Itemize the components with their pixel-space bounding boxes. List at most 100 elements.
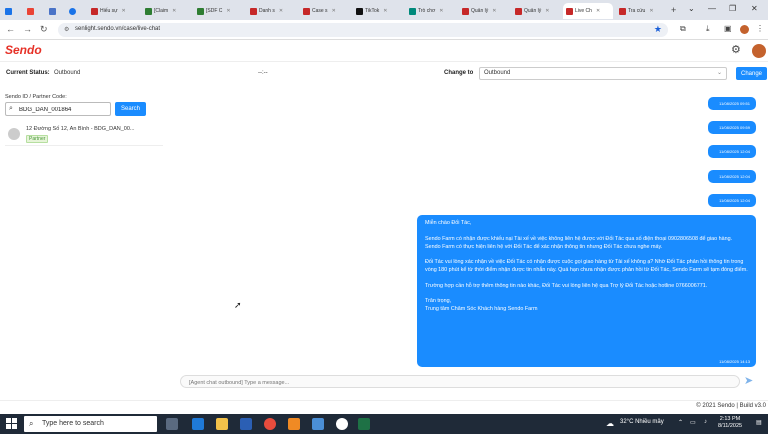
restore-icon[interactable]: ❐	[729, 4, 736, 13]
close-tab-icon[interactable]: ✕	[492, 8, 496, 14]
back-icon[interactable]: ←	[6, 24, 15, 34]
close-tab-icon[interactable]: ✕	[649, 8, 653, 14]
message-paragraph: Đối Tác vui lòng xác nhận về việc Đối Tá…	[425, 259, 748, 274]
chat-bubble: 11/08/2025 12:04	[708, 145, 756, 158]
sendo-id-label: Sendo ID / Partner Code:	[5, 94, 67, 100]
footer: © 2021 Sendo | Build v3.0	[0, 400, 768, 413]
message-composer[interactable]	[180, 375, 740, 388]
reload-icon[interactable]: ↻	[40, 24, 48, 35]
tab-icon	[49, 7, 56, 15]
weather-text: 32°C Nhiều mây	[620, 419, 664, 425]
minimize-icon[interactable]: —	[708, 4, 716, 13]
store-icon[interactable]	[240, 418, 252, 430]
tab-0[interactable]	[2, 3, 14, 19]
notification-icon[interactable]: ▤	[756, 419, 762, 426]
sidepanel-icon[interactable]: ▣	[724, 24, 732, 33]
tab-label: Case s	[312, 8, 328, 14]
url-text: senlight.sendo.vn/case/live-chat	[75, 26, 161, 32]
app-icon[interactable]	[336, 418, 348, 430]
close-window-icon[interactable]: ✕	[751, 4, 758, 13]
current-status-label: Current Status:	[6, 70, 50, 76]
tab-8[interactable]: Case s ✕	[300, 3, 348, 19]
tab-label: TikTok	[365, 8, 380, 14]
tab-icon	[515, 7, 522, 15]
tab-icon	[462, 7, 469, 15]
message-paragraph: Miễn chào Đối Tác,	[425, 220, 472, 226]
tab-14[interactable]: Tra cứu ✕	[616, 3, 666, 19]
send-icon[interactable]: ➤	[744, 374, 753, 387]
edge-icon[interactable]	[192, 418, 204, 430]
app-icon[interactable]	[288, 418, 300, 430]
tab-icon	[145, 7, 152, 15]
clock[interactable]: 2:13 PM 8/11/2025	[718, 416, 742, 430]
message-time: 11/08/2025 12:04	[719, 174, 750, 179]
gear-icon[interactable]: ⚙	[731, 43, 741, 56]
task-view-icon[interactable]	[166, 418, 178, 430]
tab-search-icon[interactable]: ⌄	[688, 4, 695, 13]
tab-1[interactable]	[24, 3, 36, 19]
message-paragraph: Trường hợp cần hỗ trợ thêm thông tin nào…	[425, 282, 708, 289]
close-tab-icon[interactable]: ✕	[545, 8, 549, 14]
close-tab-icon[interactable]: ✕	[332, 8, 336, 14]
list-item[interactable]: 12 Đường Số 12, An Bình - BDG_DAN_00... …	[5, 124, 163, 146]
extensions-icon[interactable]: ⧉	[680, 24, 686, 34]
change-button[interactable]: Change	[736, 67, 767, 80]
tab-12[interactable]: Quản lý ✕	[512, 3, 560, 19]
tab-2[interactable]	[46, 3, 58, 19]
tab-4[interactable]: Hiếu sự ✕	[88, 3, 138, 19]
current-status-value: Outbound	[54, 70, 81, 76]
close-tab-icon[interactable]: ✕	[596, 8, 600, 14]
search-button[interactable]: Search	[115, 102, 146, 116]
volume-icon[interactable]: ♪	[704, 419, 707, 425]
excel-icon[interactable]	[358, 418, 370, 430]
tab-icon	[303, 7, 310, 15]
close-tab-icon[interactable]: ✕	[226, 8, 230, 14]
tab-13[interactable]: Live Ch ✕	[563, 3, 613, 19]
tray-arrow-icon[interactable]: ⌃	[678, 419, 683, 426]
tab-6[interactable]: [SDF C ✕	[194, 3, 240, 19]
timer: --:--	[258, 70, 268, 76]
tab-9[interactable]: TikTok ✕	[353, 3, 401, 19]
new-tab-icon[interactable]: +	[671, 5, 676, 15]
download-icon[interactable]: ⤓	[706, 24, 710, 34]
network-icon[interactable]: ▭	[690, 419, 696, 426]
sendo-logo[interactable]: Sendo	[5, 43, 42, 57]
tab-3[interactable]	[66, 3, 78, 19]
url-bar[interactable]: ⚙ senlight.sendo.vn/case/live-chat ★	[58, 23, 668, 37]
tab-11[interactable]: Quản lý ✕	[459, 3, 507, 19]
windows-start-icon[interactable]	[6, 418, 17, 429]
tab-7[interactable]: Danh s ✕	[247, 3, 295, 19]
close-tab-icon[interactable]: ✕	[279, 8, 283, 14]
profile-avatar[interactable]	[740, 25, 749, 34]
avatar[interactable]	[752, 44, 766, 58]
tab-5[interactable]: [Claim ✕	[142, 3, 186, 19]
message-time: 11/08/2025 12:04	[719, 149, 750, 154]
tab-10[interactable]: Trò chơ ✕	[406, 3, 454, 19]
footer-text: © 2021 Sendo | Build v3.0	[696, 403, 766, 409]
file-explorer-icon[interactable]	[216, 418, 228, 430]
change-to-select[interactable]: Outbound ⌄	[479, 67, 727, 80]
case-address: 12 Đường Số 12, An Bình - BDG_DAN_00...	[26, 126, 135, 132]
message-input[interactable]	[189, 378, 729, 387]
close-tab-icon[interactable]: ✕	[383, 8, 387, 14]
tab-label: Quản lý	[524, 8, 542, 14]
search-field[interactable]: ⌕	[5, 102, 111, 116]
tab-label: Tra cứu	[628, 8, 646, 14]
close-tab-icon[interactable]: ✕	[122, 8, 126, 14]
app-icon[interactable]	[312, 418, 324, 430]
close-tab-icon[interactable]: ✕	[439, 8, 443, 14]
bookmark-star-icon[interactable]: ★	[654, 24, 662, 35]
chrome-icon[interactable]	[264, 418, 276, 430]
app-header: Sendo ⚙	[0, 40, 768, 62]
close-tab-icon[interactable]: ✕	[172, 8, 176, 14]
search-input[interactable]	[19, 105, 109, 114]
message-paragraph: Sendo Farm có nhận được khiếu nại Tài xế…	[425, 235, 733, 250]
menu-icon[interactable]: ⋮	[756, 24, 764, 33]
taskbar: ⌕ Type here to search ☁ 32°C Nhiều mây ⌃…	[0, 414, 768, 434]
messenger-icon	[69, 7, 76, 15]
forward-icon[interactable]: →	[23, 24, 32, 34]
taskbar-search[interactable]: ⌕ Type here to search	[24, 416, 157, 432]
site-info-icon[interactable]: ⚙	[64, 26, 69, 33]
mouse-cursor-icon: ➚	[234, 300, 242, 310]
search-icon: ⌕	[29, 419, 34, 428]
